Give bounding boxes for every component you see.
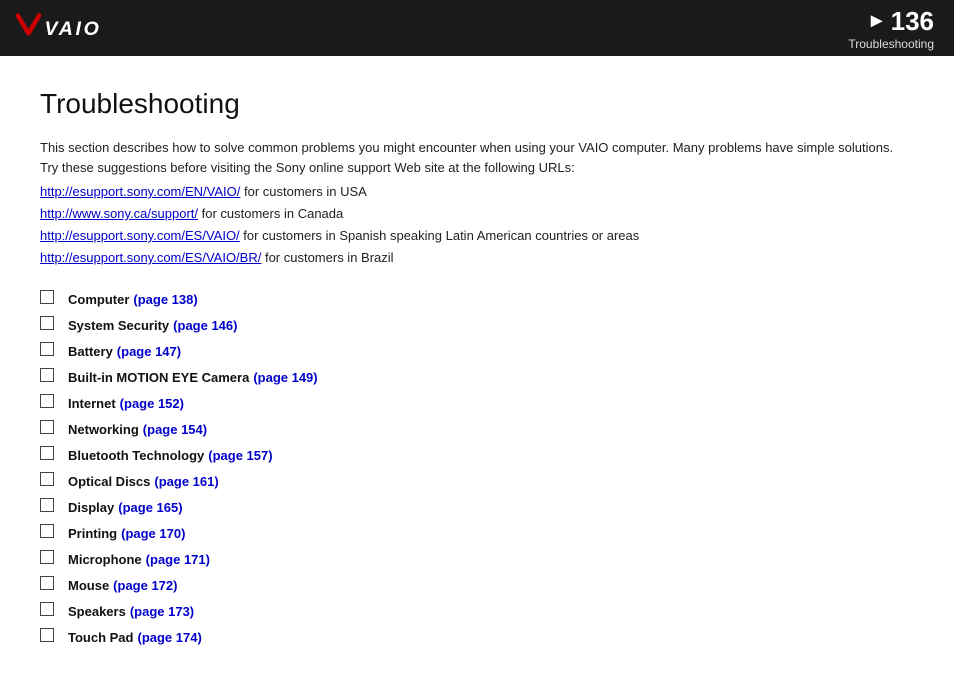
page-number: 136 bbox=[891, 6, 934, 37]
toc-page-link[interactable]: (page 173) bbox=[130, 604, 194, 619]
toc-label: Battery bbox=[68, 344, 113, 359]
main-content: Troubleshooting This section describes h… bbox=[0, 56, 954, 685]
toc-label: Bluetooth Technology bbox=[68, 448, 204, 463]
toc-label: Speakers bbox=[68, 604, 126, 619]
checkbox-icon bbox=[40, 342, 54, 356]
toc-page-link[interactable]: (page 157) bbox=[208, 448, 272, 463]
checkbox-icon bbox=[40, 576, 54, 590]
checkbox-icon bbox=[40, 290, 54, 304]
link-suffix-1: for customers in USA bbox=[240, 184, 366, 199]
checkbox-icon bbox=[40, 628, 54, 642]
toc-label: Built-in MOTION EYE Camera bbox=[68, 370, 249, 385]
link-suffix-4: for customers in Brazil bbox=[261, 250, 393, 265]
toc-page-link[interactable]: (page 171) bbox=[146, 552, 210, 567]
link-canada[interactable]: http://www.sony.ca/support/ bbox=[40, 206, 198, 221]
toc-label: Optical Discs bbox=[68, 474, 150, 489]
header-section-title: Troubleshooting bbox=[848, 37, 934, 51]
toc-item: Battery (page 147) bbox=[40, 341, 914, 359]
toc-page-link[interactable]: (page 138) bbox=[133, 292, 197, 307]
checkbox-icon bbox=[40, 498, 54, 512]
page-info: ► 136 Troubleshooting bbox=[848, 6, 934, 51]
toc-item: Built-in MOTION EYE Camera (page 149) bbox=[40, 367, 914, 385]
toc-item: Mouse (page 172) bbox=[40, 575, 914, 593]
toc-item: Microphone (page 171) bbox=[40, 549, 914, 567]
checkbox-icon bbox=[40, 394, 54, 408]
toc-page-link[interactable]: (page 165) bbox=[118, 500, 182, 515]
link-line-3: http://esupport.sony.com/ES/VAIO/ for cu… bbox=[40, 225, 914, 247]
toc-item: System Security (page 146) bbox=[40, 315, 914, 333]
checkbox-icon bbox=[40, 472, 54, 486]
toc-item: Printing (page 170) bbox=[40, 523, 914, 541]
toc-label: Display bbox=[68, 500, 114, 515]
toc-label: Mouse bbox=[68, 578, 109, 593]
toc-list: Computer (page 138) System Security (page… bbox=[40, 289, 914, 645]
toc-label: Internet bbox=[68, 396, 116, 411]
toc-label: Touch Pad bbox=[68, 630, 133, 645]
toc-item: Bluetooth Technology (page 157) bbox=[40, 445, 914, 463]
toc-item: Networking (page 154) bbox=[40, 419, 914, 437]
toc-page-link[interactable]: (page 161) bbox=[154, 474, 218, 489]
checkbox-icon bbox=[40, 368, 54, 382]
toc-page-link[interactable]: (page 146) bbox=[173, 318, 237, 333]
toc-page-link[interactable]: (page 147) bbox=[117, 344, 181, 359]
toc-item: Touch Pad (page 174) bbox=[40, 627, 914, 645]
toc-item: Speakers (page 173) bbox=[40, 601, 914, 619]
link-line-2: http://www.sony.ca/support/ for customer… bbox=[40, 203, 914, 225]
link-line-1: http://esupport.sony.com/EN/VAIO/ for cu… bbox=[40, 181, 914, 203]
checkbox-icon bbox=[40, 550, 54, 564]
checkbox-icon bbox=[40, 524, 54, 538]
page-title: Troubleshooting bbox=[40, 88, 914, 120]
link-brazil[interactable]: http://esupport.sony.com/ES/VAIO/BR/ bbox=[40, 250, 261, 265]
vaio-logo: VAIO bbox=[16, 12, 114, 44]
toc-page-link[interactable]: (page 154) bbox=[143, 422, 207, 437]
intro-links: http://esupport.sony.com/EN/VAIO/ for cu… bbox=[40, 181, 914, 269]
checkbox-icon bbox=[40, 316, 54, 330]
toc-item: Display (page 165) bbox=[40, 497, 914, 515]
checkbox-icon bbox=[40, 602, 54, 616]
toc-label: Computer bbox=[68, 292, 129, 307]
toc-label: Microphone bbox=[68, 552, 142, 567]
link-usa[interactable]: http://esupport.sony.com/EN/VAIO/ bbox=[40, 184, 240, 199]
link-latin-america[interactable]: http://esupport.sony.com/ES/VAIO/ bbox=[40, 228, 240, 243]
toc-label: Networking bbox=[68, 422, 139, 437]
link-line-4: http://esupport.sony.com/ES/VAIO/BR/ for… bbox=[40, 247, 914, 269]
checkbox-icon bbox=[40, 420, 54, 434]
svg-text:VAIO: VAIO bbox=[44, 18, 101, 40]
toc-label: System Security bbox=[68, 318, 169, 333]
link-suffix-2: for customers in Canada bbox=[198, 206, 343, 221]
header: VAIO ► 136 Troubleshooting bbox=[0, 0, 954, 56]
toc-page-link[interactable]: (page 170) bbox=[121, 526, 185, 541]
toc-page-link[interactable]: (page 152) bbox=[120, 396, 184, 411]
toc-item: Internet (page 152) bbox=[40, 393, 914, 411]
checkbox-icon bbox=[40, 446, 54, 460]
intro-paragraph: This section describes how to solve comm… bbox=[40, 138, 914, 177]
toc-item: Computer (page 138) bbox=[40, 289, 914, 307]
toc-item: Optical Discs (page 161) bbox=[40, 471, 914, 489]
toc-page-link[interactable]: (page 149) bbox=[253, 370, 317, 385]
toc-page-link[interactable]: (page 174) bbox=[137, 630, 201, 645]
header-arrow: ► bbox=[867, 10, 887, 33]
toc-label: Printing bbox=[68, 526, 117, 541]
link-suffix-3: for customers in Spanish speaking Latin … bbox=[240, 228, 640, 243]
toc-page-link[interactable]: (page 172) bbox=[113, 578, 177, 593]
